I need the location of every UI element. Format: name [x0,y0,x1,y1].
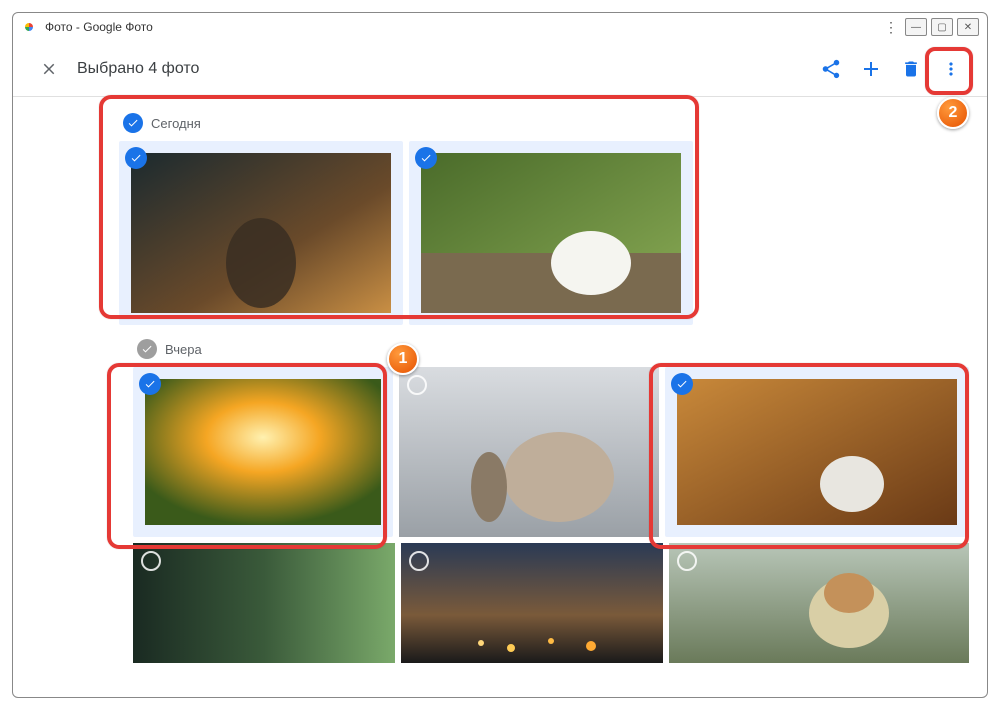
title-more-icon[interactable]: ⋮ [881,19,901,36]
group-label: Сегодня [151,116,201,131]
group-header-yesterday[interactable]: Вчера [137,339,969,359]
group-label: Вчера [165,342,202,357]
window-title: Фото - Google Фото [45,20,881,34]
close-icon [40,60,58,78]
more-options-button[interactable] [931,49,971,89]
unselected-ring-icon [409,551,429,571]
photo-thumbnail[interactable] [399,367,659,537]
delete-button[interactable] [891,49,931,89]
selection-count-label: Выбрано 4 фото [77,60,199,78]
minimize-button[interactable]: — [905,18,927,36]
photo-thumbnail[interactable] [409,141,693,325]
callout-badge: 1 [387,343,419,375]
maximize-button[interactable]: ▢ [931,18,953,36]
share-button[interactable] [811,49,851,89]
clear-selection-button[interactable] [29,49,69,89]
photo-thumbnail[interactable] [665,367,969,537]
unselected-ring-icon [677,551,697,571]
selected-badge-icon [125,147,147,169]
checkmark-icon [123,113,143,133]
trash-icon [901,59,921,79]
google-photos-icon [21,19,37,35]
photo-thumbnail[interactable] [133,367,393,537]
selected-badge-icon [671,373,693,395]
title-bar: Фото - Google Фото ⋮ — ▢ ✕ [13,13,987,41]
add-to-button[interactable] [851,49,891,89]
selected-badge-icon [415,147,437,169]
checkmark-icon [137,339,157,359]
selection-toolbar: Выбрано 4 фото [13,41,987,97]
unselected-ring-icon [141,551,161,571]
photo-thumbnail[interactable] [119,141,403,325]
photo-thumbnail[interactable] [669,543,969,663]
photo-thumbnail[interactable] [401,543,663,663]
more-vert-icon [941,59,961,79]
callout-badge: 2 [937,97,969,129]
group-header-today[interactable]: Сегодня [123,113,969,133]
app-window: Фото - Google Фото ⋮ — ▢ ✕ Выбрано 4 фот… [12,12,988,698]
share-icon [820,58,842,80]
photo-thumbnail[interactable] [133,543,395,663]
photo-grid: Сегодня [13,97,987,663]
plus-icon [859,57,883,81]
unselected-ring-icon [407,375,427,395]
selected-badge-icon [139,373,161,395]
close-window-button[interactable]: ✕ [957,18,979,36]
